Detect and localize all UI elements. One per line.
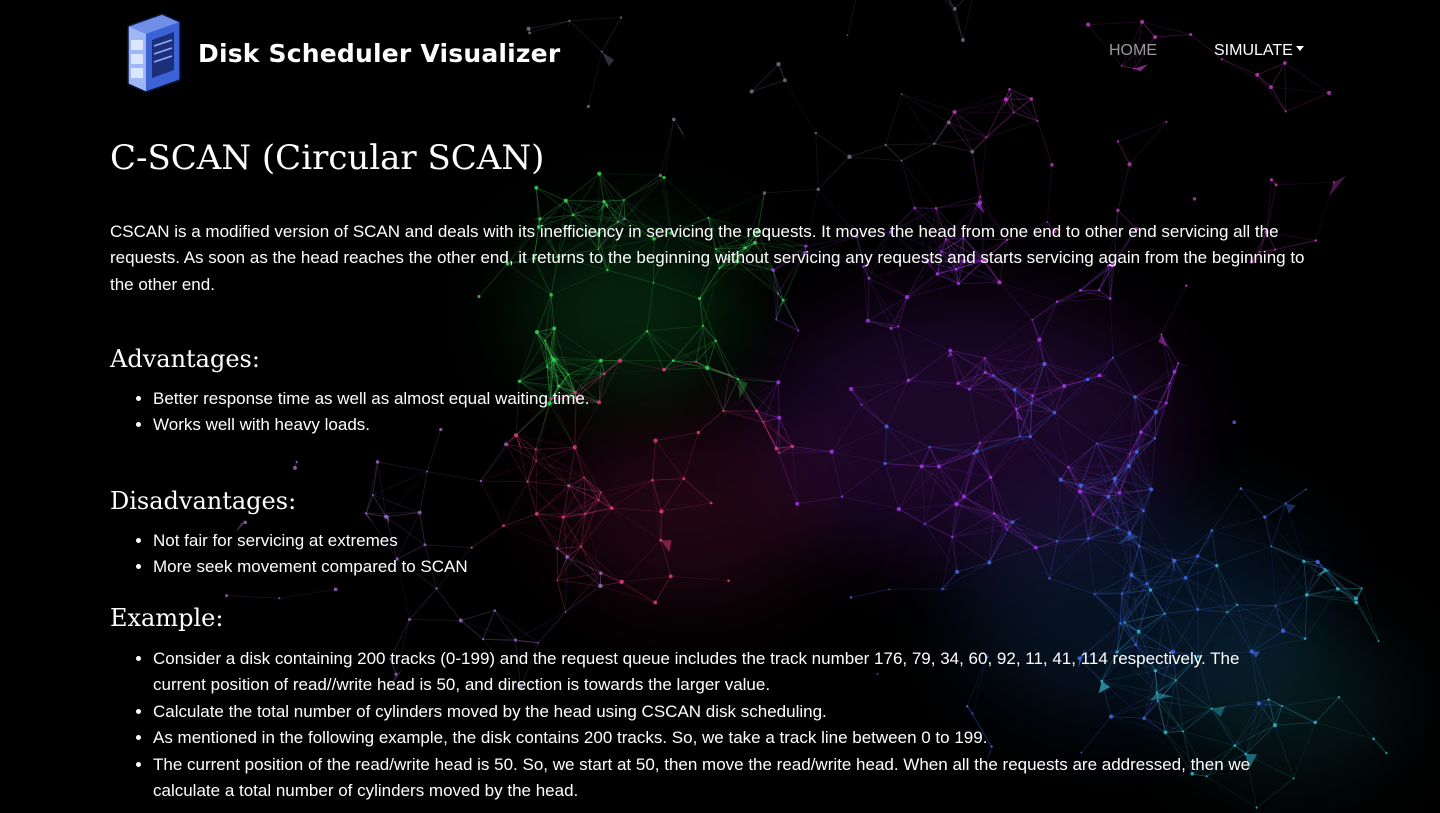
nav-simulate-label: SIMULATE (1214, 42, 1293, 59)
advantages-section: Advantages: Better response time as well… (110, 345, 1330, 439)
list-item: Works well with heavy loads. (153, 412, 1330, 439)
brand-link[interactable]: Disk Scheduler Visualizer (118, 10, 560, 96)
page-title: C-SCAN (Circular SCAN) (110, 138, 545, 178)
navbar: Disk Scheduler Visualizer HOME SIMULATE (0, 0, 1440, 100)
list-item: Not fair for servicing at extremes (153, 528, 1330, 555)
list-item: The current position of the read/write h… (153, 752, 1263, 805)
list-item: As mentioned in the following example, t… (153, 725, 1263, 752)
example-list: Consider a disk containing 200 tracks (0… (110, 646, 1263, 805)
disk-drive-icon (127, 13, 181, 93)
list-item: Calculate the total number of cylinders … (153, 699, 1263, 726)
list-item: Consider a disk containing 200 tracks (0… (153, 646, 1263, 699)
disadvantages-list: Not fair for servicing at extremes More … (110, 528, 1330, 581)
nav-simulate-dropdown[interactable]: SIMULATE (1214, 42, 1304, 60)
advantages-list: Better response time as well as almost e… (110, 386, 1330, 439)
advantages-heading: Advantages: (110, 345, 260, 373)
brand-title: Disk Scheduler Visualizer (198, 38, 561, 68)
example-heading: Example: (110, 604, 224, 632)
main-content: C-SCAN (Circular SCAN) CSCAN is a modifi… (110, 130, 1330, 800)
list-item: Better response time as well as almost e… (153, 386, 1330, 413)
intro-paragraph: CSCAN is a modified version of SCAN and … (110, 221, 1305, 294)
caret-down-icon (1295, 46, 1304, 52)
disadvantages-section: Disadvantages: Not fair for servicing at… (110, 487, 1330, 581)
nav-home-link[interactable]: HOME (1109, 42, 1157, 60)
disadvantages-heading: Disadvantages: (110, 487, 297, 515)
example-section: Example: Consider a disk containing 200 … (110, 604, 1330, 805)
list-item: More seek movement compared to SCAN (153, 554, 1330, 581)
